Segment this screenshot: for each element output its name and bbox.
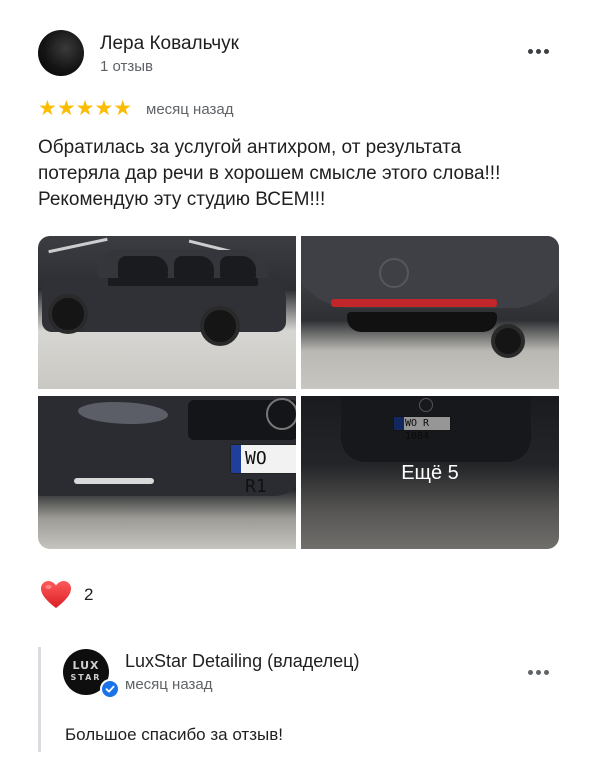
front-plate: WO R1 [230, 444, 296, 497]
reply-more-options-button[interactable] [524, 663, 554, 683]
review-header: Лера Ковальчук 1 отзыв [38, 30, 558, 78]
photo-front-grille[interactable]: WO R1 [38, 396, 296, 549]
more-dots-icon [528, 670, 533, 675]
owner-reply: LUX STAR LuxStar Detailing (владелец) ме… [38, 647, 558, 752]
review-time: месяц назад [146, 101, 234, 118]
review-more-options-button[interactable] [524, 42, 554, 62]
owner-logo-line2: STAR [70, 673, 102, 682]
author-name[interactable]: Лера Ковальчук [100, 33, 239, 55]
owner-name[interactable]: LuxStar Detailing (владелец) [125, 651, 359, 672]
more-dots-icon [528, 49, 533, 54]
owner-reply-time: месяц назад [125, 676, 213, 693]
author-review-count: 1 отзыв [100, 58, 154, 75]
verified-badge-icon [100, 679, 120, 699]
photo-rear-bumper[interactable] [301, 236, 559, 389]
heart-icon[interactable] [40, 580, 72, 610]
reaction-row: 2 [38, 578, 158, 612]
reaction-count: 2 [84, 585, 94, 604]
rating-row: ★★★★★ месяц назад [38, 98, 438, 120]
star-rating-icon: ★★★★★ [38, 97, 133, 120]
photo-gallery: WO R1 WO R 1084 Ещё 5 [38, 236, 559, 550]
photo-rear-plate[interactable]: WO R 1084 Ещё 5 [301, 396, 559, 549]
reply-indent-bar [38, 647, 41, 752]
photo-car-side[interactable] [38, 236, 296, 389]
owner-logo-line1: LUX [72, 659, 100, 672]
more-photos-label[interactable]: Ещё 5 [301, 462, 559, 485]
review-text: Обратилась за услугой антихром, от резул… [38, 137, 501, 210]
owner-reply-text: Большое спасибо за отзыв! [65, 725, 283, 744]
author-avatar[interactable] [38, 30, 84, 76]
